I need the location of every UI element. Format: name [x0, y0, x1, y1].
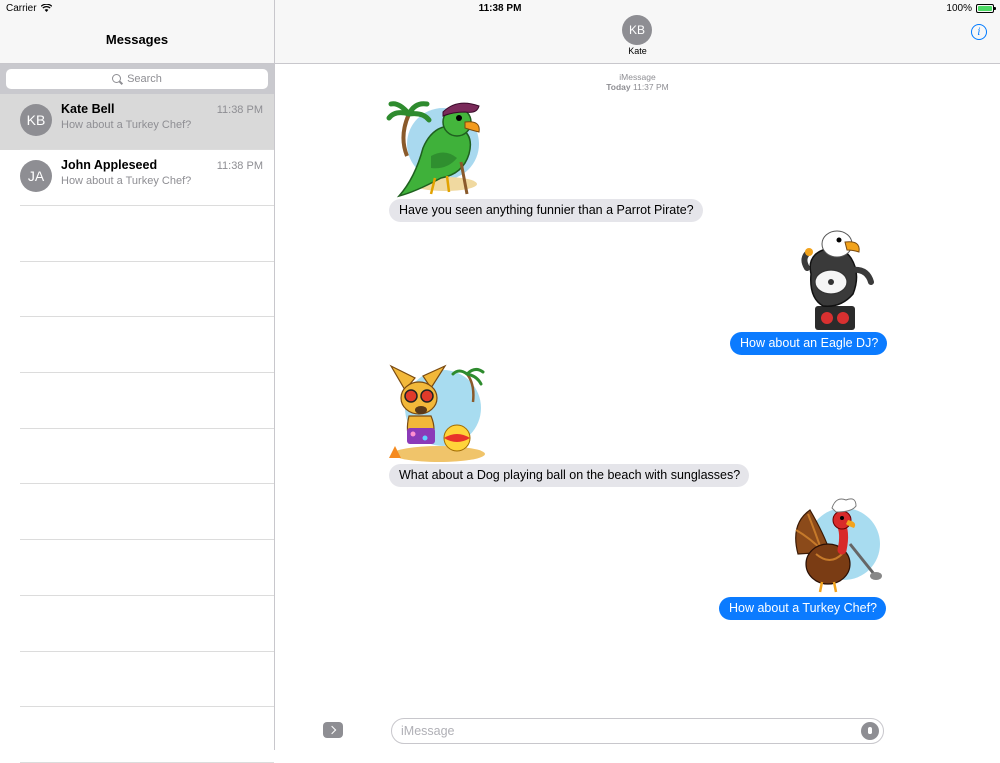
conversation-preview: How about a Turkey Chef? [61, 175, 192, 187]
empty-row [0, 373, 274, 429]
timestamp-time: 11:37 PM [633, 82, 669, 92]
conversation-preview: How about a Turkey Chef? [61, 119, 192, 131]
conversation-name: Kate Bell [61, 102, 115, 116]
battery-level [978, 5, 992, 11]
eagle-dj-sticker[interactable] [801, 230, 875, 332]
avatar: KB [20, 104, 52, 136]
info-button[interactable]: i [971, 24, 987, 40]
search-input[interactable]: Search [6, 69, 268, 89]
empty-row [0, 206, 274, 262]
conversation-kate-bell[interactable]: KB Kate Bell 11:38 PM How about a Turkey… [0, 94, 274, 150]
message-input[interactable] [391, 718, 884, 744]
timestamp: Today 11:37 PM [275, 82, 1000, 92]
avatar: JA [20, 160, 52, 192]
turkey-chef-sticker[interactable] [790, 494, 888, 596]
conversation-time: 11:38 PM [216, 104, 263, 116]
message-bubble-outgoing[interactable]: How about a Turkey Chef? [719, 597, 886, 620]
conversation-header: Kate Bell 11:38 PM [61, 102, 263, 116]
message-bubble-incoming[interactable]: What about a Dog playing ball on the bea… [389, 464, 750, 487]
message-bubble-outgoing[interactable]: How about an Eagle DJ? [730, 332, 888, 355]
app-drawer-button[interactable] [323, 722, 343, 738]
empty-row [0, 707, 274, 763]
empty-row [0, 317, 274, 373]
carrier-label: Carrier [6, 2, 37, 14]
empty-row [0, 652, 274, 708]
conversation-body: Kate Bell 11:38 PM How about a Turkey Ch… [61, 102, 263, 131]
conversation-body: John Appleseed 11:38 PM How about a Turk… [61, 158, 263, 187]
dictation-button[interactable] [861, 722, 879, 740]
status-time: 11:38 PM [478, 2, 522, 14]
status-right: 100% [946, 2, 996, 14]
search-icon [112, 73, 123, 85]
message-bubble-incoming[interactable]: Have you seen anything funnier than a Pa… [389, 199, 703, 222]
sidebar-title: Messages [105, 32, 169, 47]
battery-percent: 100% [946, 2, 972, 14]
conversation-time: 11:38 PM [216, 160, 263, 172]
empty-row [0, 429, 274, 485]
status-left: Carrier [6, 3, 52, 14]
timestamp-day: Today [606, 82, 631, 92]
chat-pane: KB Kate i iMessage Today 11:37 PM Have y… [275, 0, 1000, 750]
parrot-pirate-sticker[interactable] [385, 96, 489, 200]
info-icon: i [977, 26, 981, 38]
dog-beach-sticker[interactable] [387, 362, 487, 464]
microphone-stand [868, 731, 872, 734]
contact-name[interactable]: Kate [275, 46, 1000, 56]
empty-row [0, 540, 274, 596]
conversation-meta: iMessage Today 11:37 PM [275, 72, 1000, 92]
conversation-sidebar: Messages Search KB Kate Bell 11:38 PM Ho… [0, 0, 275, 763]
message-input-bar [275, 714, 1000, 750]
service-label: iMessage [619, 72, 656, 82]
wifi-icon [40, 4, 52, 12]
search-bar: Search [0, 64, 274, 94]
battery-icon [976, 3, 996, 13]
empty-row [0, 484, 274, 540]
contact-avatar[interactable]: KB [622, 15, 652, 45]
empty-row [0, 596, 274, 652]
conversation-name: John Appleseed [61, 158, 158, 172]
chevron-right-icon [327, 725, 337, 735]
conversation-john-appleseed[interactable]: JA John Appleseed 11:38 PM How about a T… [0, 150, 274, 206]
empty-row [0, 262, 274, 318]
status-bar: Carrier 11:38 PM 100% [0, 0, 1000, 16]
conversation-header: John Appleseed 11:38 PM [61, 158, 263, 172]
search-placeholder: Search [127, 73, 162, 85]
